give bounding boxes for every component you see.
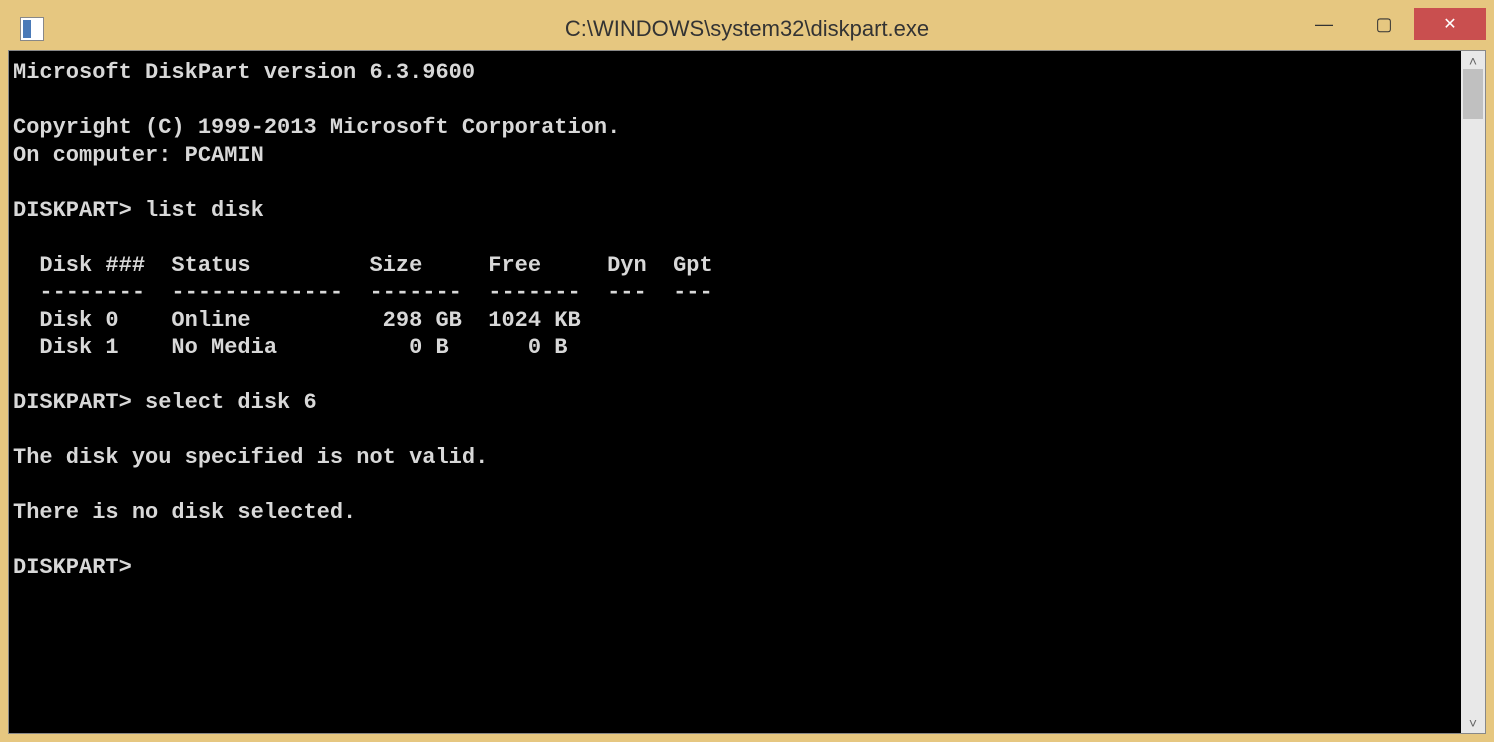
console-window: C:\WINDOWS\system32\diskpart.exe — ▢ ✕ M… (8, 8, 1486, 734)
minimize-icon: — (1315, 14, 1333, 35)
minimize-button[interactable]: — (1294, 8, 1354, 40)
scroll-thumb[interactable] (1463, 69, 1483, 119)
prompt-line: DISKPART> list disk (13, 198, 264, 223)
maximize-button[interactable]: ▢ (1354, 8, 1414, 40)
table-row: Disk 1 No Media 0 B 0 B (13, 335, 568, 360)
console-output[interactable]: Microsoft DiskPart version 6.3.9600 Copy… (9, 51, 1461, 733)
prompt-line: DISKPART> (13, 555, 132, 580)
table-row: Disk 0 Online 298 GB 1024 KB (13, 308, 581, 333)
scroll-up-arrow[interactable]: ˄ (1469, 53, 1477, 69)
maximize-icon: ▢ (1375, 14, 1392, 35)
scroll-track[interactable] (1461, 69, 1485, 715)
scroll-down-arrow[interactable]: ˅ (1469, 715, 1477, 731)
console-container: Microsoft DiskPart version 6.3.9600 Copy… (8, 50, 1486, 734)
prompt-line: DISKPART> select disk 6 (13, 390, 317, 415)
version-text: Microsoft DiskPart version 6.3.9600 (13, 60, 475, 85)
app-icon (20, 17, 44, 41)
table-divider: -------- ------------- ------- ------- -… (13, 280, 713, 305)
table-header: Disk ### Status Size Free Dyn Gpt (13, 253, 713, 278)
computer-text: On computer: PCAMIN (13, 143, 264, 168)
window-controls: — ▢ ✕ (1294, 8, 1486, 40)
vertical-scrollbar[interactable]: ˄ ˅ (1461, 51, 1485, 733)
status-text: There is no disk selected. (13, 500, 356, 525)
error-text: The disk you specified is not valid. (13, 445, 488, 470)
close-button[interactable]: ✕ (1414, 8, 1486, 40)
titlebar[interactable]: C:\WINDOWS\system32\diskpart.exe — ▢ ✕ (8, 8, 1486, 50)
close-icon: ✕ (1443, 14, 1456, 34)
window-title: C:\WINDOWS\system32\diskpart.exe (565, 16, 929, 42)
copyright-text: Copyright (C) 1999-2013 Microsoft Corpor… (13, 115, 620, 140)
